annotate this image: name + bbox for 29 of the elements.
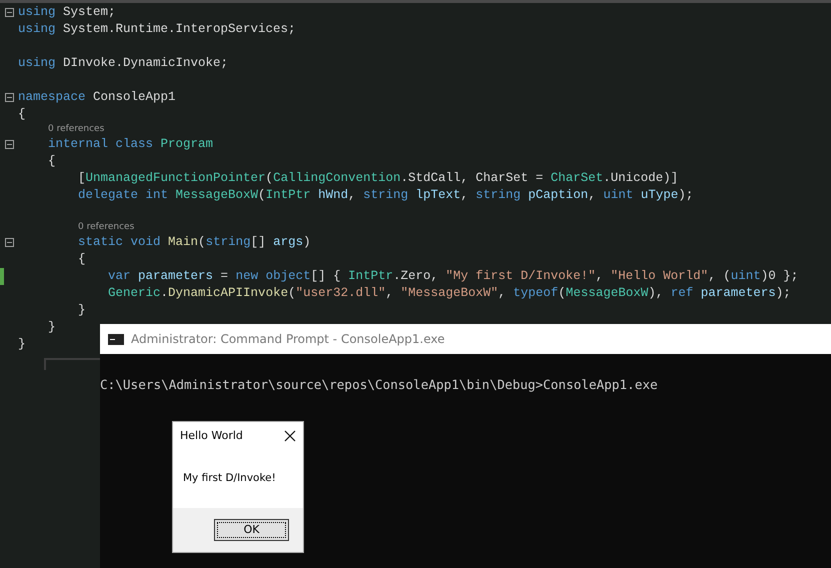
code-line: Generic.DynamicAPIInvoke("user32.dll", "MessageBoxW", typeof(MessageBoxW), ref parameters);	[107, 285, 791, 302]
collapse-icon[interactable]	[5, 140, 14, 149]
code-line: {	[77, 251, 86, 268]
code-line: static void Main(string[] args)	[77, 234, 311, 251]
code-line: }	[77, 302, 86, 319]
code-line: {	[18, 106, 26, 123]
collapse-icon[interactable]	[5, 238, 14, 247]
code-line: {	[47, 153, 56, 170]
code-line: var parameters = new object[] { IntPtr.Zero, "My first D/Invoke!", "Hello World", (uint)0 };	[107, 268, 798, 285]
code-line: [UnmanagedFunctionPointer(CallingConvention.StdCall, CharSet = CharSet.Unicode)]	[77, 170, 678, 187]
console-output: C:\Users\Administrator\source\repos\ConsoleApp1\bin\Debug>ConsoleApp1.exe	[100, 377, 658, 392]
dialog-title: Hello World	[180, 428, 243, 444]
console-icon	[108, 334, 124, 344]
code-line: internal class Program	[47, 136, 214, 153]
code-line: using System.Runtime.InteropServices;	[18, 21, 296, 38]
ok-button[interactable]: OK	[214, 519, 289, 541]
close-icon[interactable]	[284, 430, 296, 442]
code-line: }	[18, 336, 26, 353]
code-line: using System;	[18, 4, 116, 21]
code-line: using DInvoke.DynamicInvoke;	[18, 55, 228, 72]
codelens-text[interactable]: 0 references	[48, 123, 104, 136]
code-line: namespace ConsoleApp1	[18, 89, 176, 106]
collapse-icon[interactable]	[5, 8, 14, 17]
collapse-icon[interactable]	[5, 93, 14, 102]
codelens-text[interactable]: 0 references	[78, 221, 134, 234]
dialog-message: My first D/Invoke!	[183, 471, 276, 486]
code-line: }	[47, 319, 56, 336]
code-line: delegate int MessageBoxW(IntPtr hWnd, string lpText, string pCaption, uint uType);	[77, 187, 694, 204]
window-title: Administrator: Command Prompt - ConsoleApp1.exe	[131, 331, 445, 348]
